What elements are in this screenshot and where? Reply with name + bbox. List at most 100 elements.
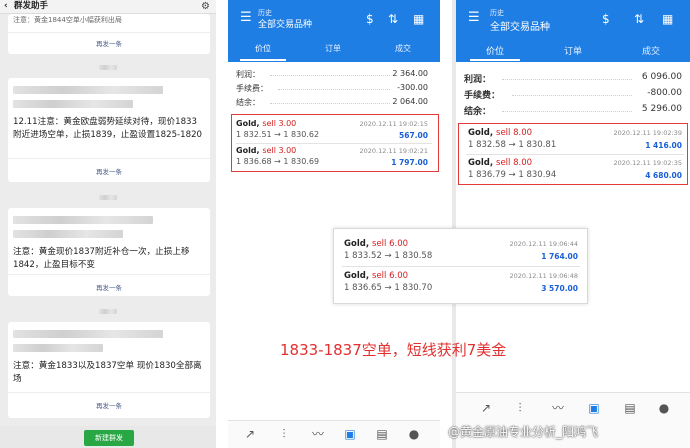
deal-profit: 567.00 xyxy=(399,131,428,140)
history-icon[interactable]: ▣ xyxy=(340,425,360,443)
commission-value: -300.00 xyxy=(397,83,428,92)
deal-side: sell 8.00 xyxy=(496,158,533,168)
deal-row[interactable]: Gold, sell 6.00 2020.12.11 19:06:48 1 83… xyxy=(344,271,578,295)
balance-value: 5 296.00 xyxy=(641,104,682,114)
deal-row[interactable]: Gold, sell 3.00 2020.12.11 19:02:21 1 83… xyxy=(236,146,428,168)
watermark: @黄金原油专业分析_阳鸿飞 xyxy=(448,425,599,439)
recipient-list-blurred xyxy=(13,228,204,241)
history-icon[interactable]: ▣ xyxy=(584,399,604,417)
deal-symbol: Gold, sell 8.00 xyxy=(468,158,533,168)
deal-profit: 3 570.00 xyxy=(541,284,578,293)
wechat-header: ‹ 群发助手 ⚙ xyxy=(0,0,216,14)
deal-prices: 1 836.68 → 1 830.69 xyxy=(236,157,320,166)
gear-icon[interactable]: ⚙ xyxy=(201,0,210,13)
messages-icon[interactable]: ● xyxy=(654,399,674,417)
leader-dots xyxy=(512,95,632,96)
card-divider xyxy=(8,32,210,33)
deal-profit: 1 764.00 xyxy=(541,252,578,261)
recipient-list-blurred xyxy=(13,98,204,111)
deal-profit: 4 680.00 xyxy=(645,171,682,180)
deal-side: sell 6.00 xyxy=(372,239,409,249)
deal-symbol: Gold, sell 8.00 xyxy=(468,128,533,138)
leader-dots xyxy=(278,89,390,90)
recipient-list-blurred xyxy=(13,342,204,355)
resend-button[interactable]: 再发一条 xyxy=(8,166,210,176)
profit-label: 利润： xyxy=(236,70,260,79)
sort-icon[interactable]: ⇅ xyxy=(634,12,644,26)
message-card-top: 注意：黄金1844空单小幅获利出局 再发一条 xyxy=(8,14,210,54)
profit-value: 6 096.00 xyxy=(641,72,682,82)
quotes-icon[interactable]: ↗ xyxy=(476,399,496,417)
news-icon[interactable]: ▤ xyxy=(620,399,640,417)
deal-symbol: Gold, sell 3.00 xyxy=(236,146,297,155)
header-title[interactable]: 全部交易品种 xyxy=(490,18,550,33)
messages-icon[interactable]: ● xyxy=(404,425,424,443)
deal-symbol: Gold, sell 3.00 xyxy=(236,119,297,128)
deal-prices: 1 832.51 → 1 830.62 xyxy=(236,130,320,139)
chart-icon[interactable]: ⫶ xyxy=(274,425,294,443)
currency-icon[interactable]: $ xyxy=(602,12,610,26)
deal-row[interactable]: Gold, sell 8.00 2020.12.11 19:02:39 1 83… xyxy=(468,128,682,152)
chart-icon[interactable]: ⫶ xyxy=(510,399,530,417)
leader-dots xyxy=(502,111,632,112)
message-card: 注意：黄金现价1837附近补仓一次，止损上移1842，止盈目标不变 再发一条 xyxy=(8,208,210,296)
active-tab-indicator xyxy=(240,59,286,61)
profit-value: 2 364.00 xyxy=(392,69,428,78)
tab-positions[interactable]: 价位 xyxy=(456,44,534,57)
row-divider xyxy=(236,143,432,144)
deal-prices: 1 836.79 → 1 830.94 xyxy=(468,170,557,180)
resend-button[interactable]: 再发一条 xyxy=(8,400,210,410)
deal-row[interactable]: Gold, sell 3.00 2020.12.11 19:02:15 1 83… xyxy=(236,119,428,141)
trade-icon[interactable]: 〰 xyxy=(548,399,568,417)
menu-icon[interactable]: ☰ xyxy=(240,11,252,24)
timestamp-blurred xyxy=(0,308,216,315)
trade-icon[interactable]: 〰 xyxy=(308,425,328,443)
tab-orders[interactable]: 订单 xyxy=(534,44,612,57)
menu-icon[interactable]: ☰ xyxy=(468,11,480,24)
deal-side: sell 6.00 xyxy=(372,271,409,281)
deal-symbol: Gold, sell 6.00 xyxy=(344,239,409,249)
deal-time: 2020.12.11 19:06:48 xyxy=(509,272,578,280)
commission-value: -800.00 xyxy=(647,88,682,98)
card-divider xyxy=(8,274,210,275)
deal-profit: 1 416.00 xyxy=(645,141,682,150)
header-title[interactable]: 全部交易品种 xyxy=(258,17,312,30)
deal-side: sell 8.00 xyxy=(496,128,533,138)
message-card: 12.11注意：黄金欧盘弱势延续对待，现价1833附近进场空单，止损1839，止… xyxy=(8,78,210,182)
message-text: 注意：黄金1833以及1837空单 现价1830全部离场 xyxy=(13,361,202,384)
resend-button[interactable]: 再发一条 xyxy=(8,282,210,292)
deal-row[interactable]: Gold, sell 6.00 2020.12.11 19:06:44 1 83… xyxy=(344,239,578,263)
message-card: 注意：黄金1833以及1837空单 现价1830全部离场 再发一条 xyxy=(8,322,210,418)
sort-icon[interactable]: ⇅ xyxy=(388,12,398,26)
commission-label: 手续费： xyxy=(464,91,501,101)
back-icon[interactable]: ‹ xyxy=(4,0,8,13)
calendar-icon[interactable]: ▦ xyxy=(662,12,673,26)
leader-dots xyxy=(270,103,390,104)
deal-row[interactable]: Gold, sell 8.00 2020.12.11 19:02:35 1 83… xyxy=(468,158,682,182)
timestamp-blurred xyxy=(0,64,216,71)
news-icon[interactable]: ▤ xyxy=(372,425,392,443)
mt-header: ☰ 历史 全部交易品种 $ ⇅ ▦ 价位 订单 成交 xyxy=(456,0,690,62)
balance-label: 结余： xyxy=(236,98,260,107)
deal-side: sell 3.00 xyxy=(262,119,297,128)
resend-button[interactable]: 再发一条 xyxy=(8,38,210,48)
deal-time: 2020.12.11 19:02:35 xyxy=(613,159,682,167)
row-divider xyxy=(466,154,684,155)
quotes-icon[interactable]: ↗ xyxy=(240,425,260,443)
wechat-title: 群发助手 xyxy=(14,1,49,11)
tab-deals[interactable]: 成交 xyxy=(368,43,438,54)
tab-orders[interactable]: 订单 xyxy=(298,43,368,54)
message-text: 12.11注意：黄金欧盘弱势延续对待，现价1833附近进场空单，止损1839，止… xyxy=(13,117,203,140)
balance-label: 结余： xyxy=(464,107,492,117)
currency-icon[interactable]: $ xyxy=(366,12,374,26)
card-divider xyxy=(8,392,210,393)
new-broadcast-button[interactable]: 新建群发 xyxy=(84,430,134,446)
deal-time: 2020.12.11 19:06:44 xyxy=(509,240,578,248)
timestamp-blurred xyxy=(0,194,216,201)
deal-time: 2020.12.11 19:02:15 xyxy=(359,120,428,128)
tab-deals[interactable]: 成交 xyxy=(612,44,690,57)
deal-time: 2020.12.11 19:02:21 xyxy=(359,147,428,155)
tab-positions[interactable]: 价位 xyxy=(228,43,298,54)
calendar-icon[interactable]: ▦ xyxy=(413,12,424,26)
active-tab-indicator xyxy=(470,59,520,61)
